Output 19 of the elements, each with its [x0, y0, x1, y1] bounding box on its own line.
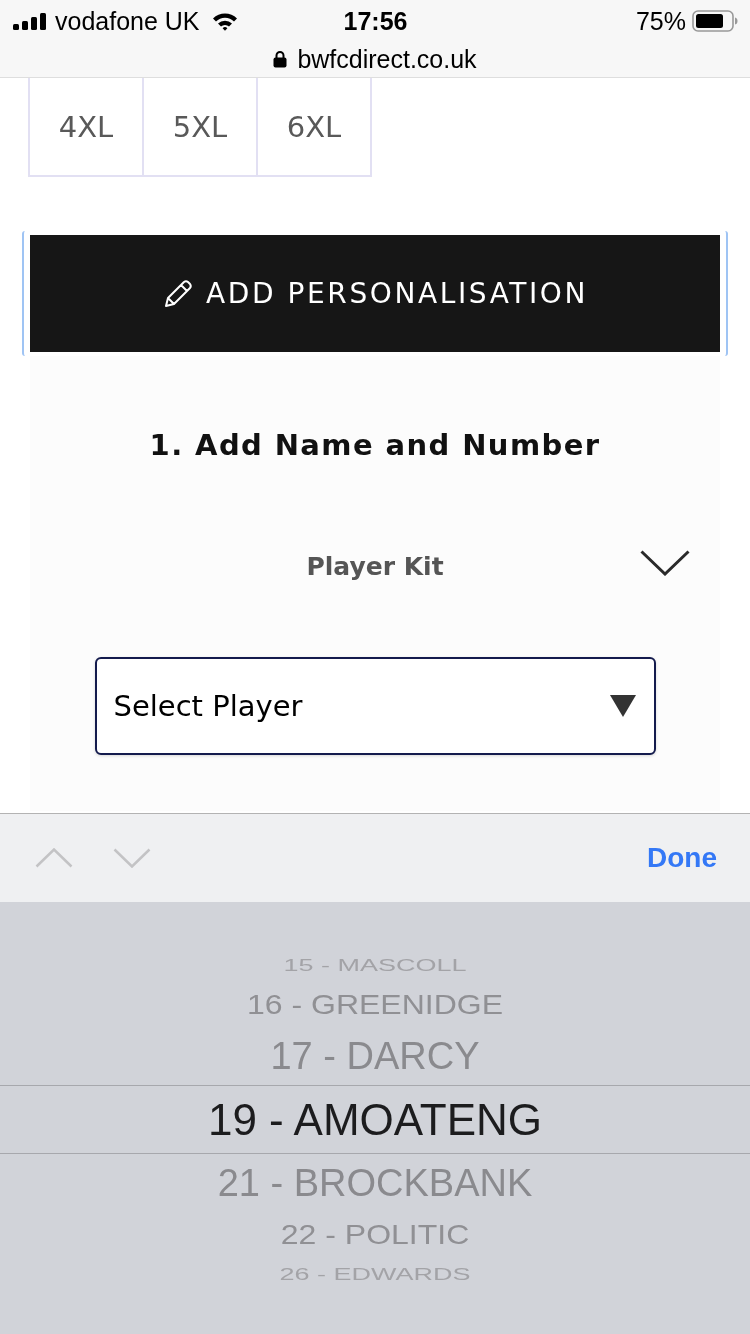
kit-label: Player Kit	[306, 552, 444, 581]
pencil-icon	[162, 277, 194, 310]
chevron-down-icon[interactable]	[640, 550, 690, 576]
signal-icon	[13, 12, 47, 30]
done-button[interactable]: Done	[647, 842, 717, 874]
section-title: 1. Add Name and Number	[149, 428, 601, 462]
clock-time: 17:56	[343, 6, 408, 36]
lock-icon	[273, 50, 288, 68]
add-personalisation-button[interactable]: ADD PERSONALISATION	[30, 235, 720, 352]
wifi-icon	[211, 11, 238, 31]
battery-icon	[692, 10, 738, 32]
size-option[interactable]: 6XL	[256, 78, 372, 177]
picker-option[interactable]: 19 - AMOATENG	[0, 1085, 750, 1154]
carrier-name: vodafone UK	[55, 6, 200, 36]
battery-percent: 75%	[635, 6, 686, 36]
url-text[interactable]: bwfcdirect.co.uk	[297, 44, 477, 74]
player-select[interactable]: Select Player	[94, 657, 656, 755]
size-option[interactable]: 4XL	[28, 78, 144, 177]
dropdown-triangle-icon	[609, 695, 636, 717]
